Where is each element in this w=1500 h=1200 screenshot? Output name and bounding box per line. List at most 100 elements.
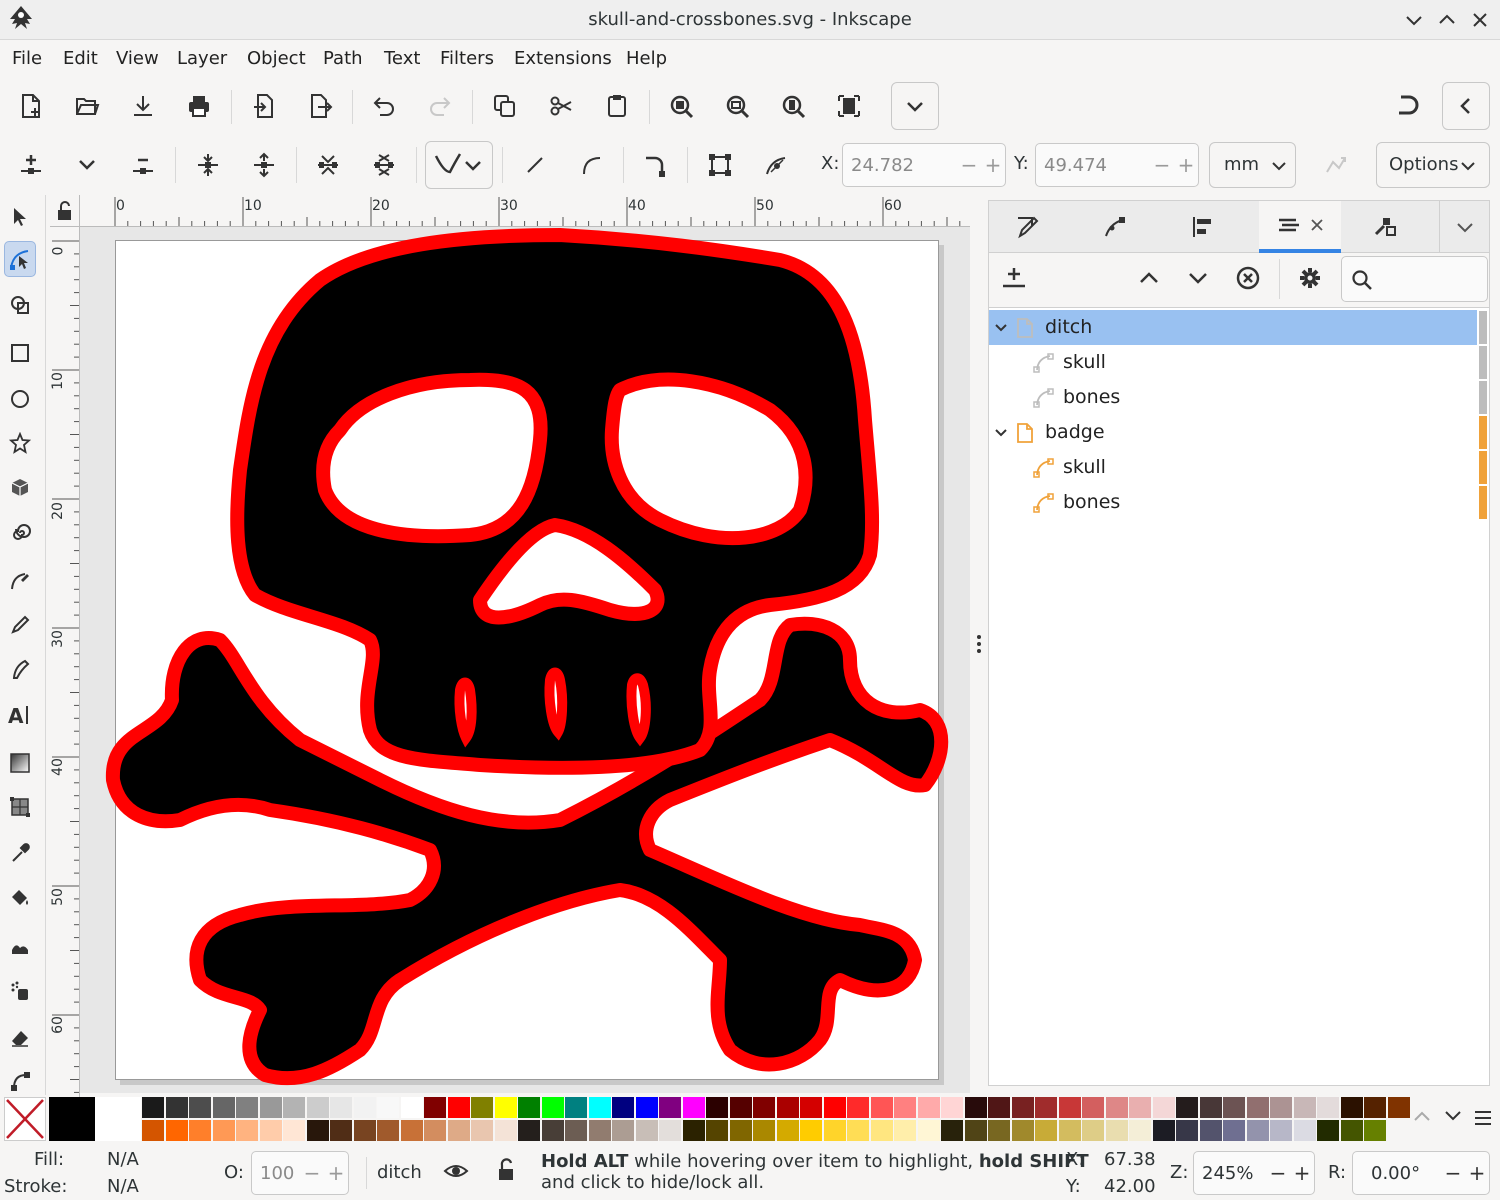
rotate-decrement-icon[interactable]: −	[1441, 1161, 1465, 1185]
print-icon[interactable]	[179, 86, 219, 126]
no-paint-swatch[interactable]	[4, 1097, 46, 1141]
color-swatch[interactable]	[165, 1120, 188, 1141]
y-coord-value[interactable]: 49.474	[1036, 155, 1150, 176]
connector-tool-icon[interactable]	[4, 1063, 36, 1099]
color-swatch[interactable]	[377, 1120, 399, 1141]
menu-object[interactable]: Object	[247, 40, 306, 78]
tab-fill-stroke[interactable]	[997, 201, 1057, 253]
eraser-tool-icon[interactable]	[4, 1019, 36, 1055]
color-swatch[interactable]	[142, 1097, 164, 1118]
color-swatch[interactable]	[518, 1097, 540, 1118]
move-layer-up-icon[interactable]	[1134, 263, 1164, 293]
path-effect-icon[interactable]	[1316, 145, 1356, 185]
object-to-path-icon[interactable]	[635, 145, 675, 185]
add-layer-icon[interactable]	[999, 263, 1029, 293]
color-swatch[interactable]	[753, 1120, 775, 1141]
zoom-page-width-icon[interactable]	[829, 86, 869, 126]
delete-node-icon[interactable]	[123, 145, 163, 185]
expander-chevron-icon[interactable]	[992, 319, 1010, 337]
color-swatch[interactable]	[1340, 1097, 1363, 1118]
color-swatch[interactable]	[1176, 1097, 1198, 1118]
color-swatch[interactable]	[823, 1120, 846, 1141]
zoom-out-icon[interactable]: −	[1266, 1161, 1290, 1185]
undo-icon[interactable]	[364, 86, 404, 126]
panel-tabs-menu-icon[interactable]	[1439, 201, 1489, 253]
insert-node-icon[interactable]	[11, 145, 51, 185]
color-swatch[interactable]	[1176, 1120, 1198, 1141]
object-row[interactable]: bones	[989, 380, 1477, 415]
save-icon[interactable]	[123, 86, 163, 126]
color-swatch[interactable]	[1317, 1120, 1339, 1141]
tab-layers-objects[interactable]	[1259, 201, 1341, 253]
export-icon[interactable]	[300, 86, 340, 126]
color-swatch[interactable]	[353, 1097, 376, 1118]
y-increment-icon[interactable]: +	[1174, 153, 1198, 177]
swatch-white[interactable]	[95, 1097, 141, 1141]
spray-tool-icon[interactable]	[4, 973, 36, 1009]
node-tool-icon[interactable]	[4, 241, 36, 277]
layer-color-tag[interactable]	[1479, 416, 1487, 449]
color-swatch[interactable]	[1082, 1097, 1104, 1118]
color-swatch[interactable]	[729, 1097, 752, 1118]
show-bezier-handles-icon[interactable]	[756, 145, 796, 185]
color-swatch[interactable]	[682, 1097, 705, 1118]
remove-layer-icon[interactable]	[1233, 263, 1263, 293]
color-swatch[interactable]	[1152, 1097, 1175, 1118]
palette-scroll-up-icon[interactable]	[1411, 1105, 1433, 1127]
y-decrement-icon[interactable]: −	[1150, 153, 1174, 177]
close-icon[interactable]	[1468, 8, 1492, 32]
menu-view[interactable]: View	[116, 40, 159, 78]
color-swatch[interactable]	[870, 1097, 893, 1118]
x-coord-field[interactable]: 24.782 − +	[842, 143, 1006, 187]
color-swatch[interactable]	[259, 1097, 282, 1118]
color-swatch[interactable]	[847, 1120, 869, 1141]
color-swatch[interactable]	[400, 1097, 423, 1118]
color-swatch[interactable]	[283, 1120, 305, 1141]
color-swatch[interactable]	[518, 1120, 540, 1141]
color-swatch[interactable]	[1293, 1097, 1316, 1118]
color-swatch[interactable]	[353, 1120, 376, 1141]
toolbar-overflow-button[interactable]	[891, 82, 939, 130]
menu-help[interactable]: Help	[626, 40, 667, 78]
join-nodes-icon[interactable]	[188, 145, 228, 185]
color-swatch[interactable]	[941, 1097, 963, 1118]
calligraphy-tool-icon[interactable]	[4, 651, 36, 687]
x-coord-value[interactable]: 24.782	[843, 155, 957, 176]
tweak-tool-icon[interactable]	[4, 929, 36, 965]
color-swatch[interactable]	[776, 1120, 799, 1141]
opacity-increment-icon[interactable]: +	[324, 1161, 348, 1185]
node-type-dropdown[interactable]	[425, 141, 493, 189]
tab-xml-editor[interactable]	[1085, 201, 1145, 253]
color-swatch[interactable]	[306, 1097, 329, 1118]
opacity-value[interactable]: 100	[252, 1163, 300, 1184]
layers-tree[interactable]: ditch skull bones badge skull bones	[989, 307, 1489, 1085]
redo-icon[interactable]	[420, 86, 460, 126]
layer-color-tag[interactable]	[1479, 486, 1487, 519]
text-tool-icon[interactable]: A	[4, 697, 36, 733]
color-swatch[interactable]	[823, 1097, 846, 1118]
color-swatch[interactable]	[1317, 1097, 1339, 1118]
zoom-in-icon[interactable]: +	[1290, 1161, 1314, 1185]
menu-file[interactable]: File	[12, 40, 42, 78]
color-swatch[interactable]	[1223, 1120, 1245, 1141]
menu-filters[interactable]: Filters	[440, 40, 494, 78]
color-swatch[interactable]	[753, 1097, 775, 1118]
mesh-tool-icon[interactable]	[4, 789, 36, 825]
color-swatch[interactable]	[1129, 1120, 1151, 1141]
color-swatch[interactable]	[1364, 1097, 1386, 1118]
join-segment-icon[interactable]	[308, 145, 348, 185]
color-swatch[interactable]	[635, 1097, 658, 1118]
color-swatch[interactable]	[494, 1097, 517, 1118]
color-swatch[interactable]	[1387, 1097, 1410, 1118]
snap-popover-button[interactable]	[1442, 82, 1490, 130]
move-layer-down-icon[interactable]	[1183, 263, 1213, 293]
object-row[interactable]: skull	[989, 345, 1477, 380]
color-swatch[interactable]	[424, 1097, 446, 1118]
expander-chevron-icon[interactable]	[992, 424, 1010, 442]
color-swatch[interactable]	[659, 1097, 681, 1118]
color-swatch[interactable]	[1293, 1120, 1316, 1141]
color-swatch[interactable]	[212, 1097, 235, 1118]
tab-align-distribute[interactable]	[1172, 201, 1232, 253]
color-swatch[interactable]	[1082, 1120, 1104, 1141]
color-swatch[interactable]	[1270, 1097, 1292, 1118]
